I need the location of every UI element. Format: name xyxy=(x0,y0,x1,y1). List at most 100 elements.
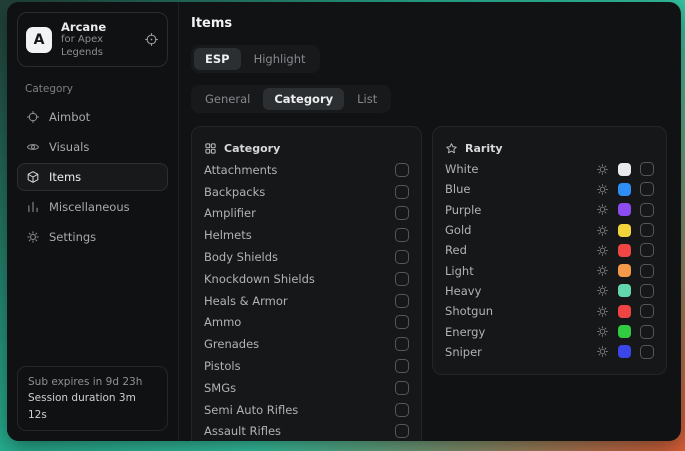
tab-general[interactable]: General xyxy=(194,88,261,110)
bars-icon xyxy=(26,200,40,214)
sidebar-item-miscellaneous[interactable]: Miscellaneous xyxy=(17,193,168,221)
category-list: Attachments Backpacks Amplifier Helmets … xyxy=(204,159,409,441)
gear-icon[interactable] xyxy=(596,183,609,196)
color-swatch[interactable] xyxy=(618,244,631,257)
color-swatch[interactable] xyxy=(618,203,631,216)
tab-list[interactable]: List xyxy=(346,88,388,110)
list-item[interactable]: Attachments xyxy=(204,159,409,181)
color-swatch[interactable] xyxy=(618,224,631,237)
list-item[interactable]: Red xyxy=(445,240,654,260)
checkbox[interactable] xyxy=(395,315,409,329)
sidebar-item-label: Aimbot xyxy=(49,110,90,124)
gear-icon[interactable] xyxy=(596,305,609,318)
checkbox[interactable] xyxy=(395,228,409,242)
color-swatch[interactable] xyxy=(618,183,631,196)
sidebar-item-label: Items xyxy=(49,170,81,184)
list-item[interactable]: Ammo xyxy=(204,312,409,334)
list-item[interactable]: Pistols xyxy=(204,355,409,377)
list-item[interactable]: Grenades xyxy=(204,333,409,355)
gear-icon[interactable] xyxy=(596,203,609,216)
sidebar-item-label: Settings xyxy=(49,230,96,244)
gear-icon[interactable] xyxy=(596,264,609,277)
sidebar-item-aimbot[interactable]: Aimbot xyxy=(17,103,168,131)
checkbox[interactable] xyxy=(395,403,409,417)
grid-icon xyxy=(204,142,217,155)
list-item[interactable]: Helmets xyxy=(204,224,409,246)
list-item[interactable]: Light xyxy=(445,260,654,280)
checkbox[interactable] xyxy=(640,223,654,237)
color-swatch[interactable] xyxy=(618,345,631,358)
checkbox[interactable] xyxy=(395,163,409,177)
checkbox[interactable] xyxy=(395,381,409,395)
list-item[interactable]: Amplifier xyxy=(204,203,409,225)
sidebar-item-items[interactable]: Items xyxy=(17,163,168,191)
star-icon xyxy=(445,142,458,155)
checkbox[interactable] xyxy=(395,424,409,438)
crosshair-icon xyxy=(26,110,40,124)
list-item[interactable]: Purple xyxy=(445,200,654,220)
checkbox[interactable] xyxy=(640,162,654,176)
checkbox[interactable] xyxy=(395,206,409,220)
gear-icon[interactable] xyxy=(596,284,609,297)
scope-icon[interactable] xyxy=(144,32,159,47)
list-item[interactable]: Assault Rifles xyxy=(204,421,409,441)
list-item[interactable]: Shotgun xyxy=(445,301,654,321)
checkbox[interactable] xyxy=(395,250,409,264)
gear-icon[interactable] xyxy=(596,224,609,237)
sub-expires-text: Sub expires in 9d 23h xyxy=(28,374,157,390)
color-swatch[interactable] xyxy=(618,163,631,176)
list-item[interactable]: Gold xyxy=(445,220,654,240)
session-duration-text: Session duration 3m 12s xyxy=(28,390,157,423)
color-swatch[interactable] xyxy=(618,325,631,338)
list-item[interactable]: Backpacks xyxy=(204,181,409,203)
checkbox[interactable] xyxy=(640,345,654,359)
list-item[interactable]: Heavy xyxy=(445,281,654,301)
eye-icon xyxy=(26,140,40,154)
mode-option-esp[interactable]: ESP xyxy=(194,48,241,70)
color-swatch[interactable] xyxy=(618,264,631,277)
checkbox[interactable] xyxy=(640,264,654,278)
rarity-panel-title: Rarity xyxy=(465,142,503,155)
list-item[interactable]: Knockdown Shields xyxy=(204,268,409,290)
checkbox[interactable] xyxy=(640,325,654,339)
sidebar-section-label: Category xyxy=(25,83,168,95)
checkbox[interactable] xyxy=(640,182,654,196)
category-panel-title: Category xyxy=(224,142,280,155)
list-item[interactable]: SMGs xyxy=(204,377,409,399)
checkbox[interactable] xyxy=(395,294,409,308)
app-subtitle: for Apex Legends xyxy=(61,34,135,59)
main-content: Items ESP Highlight General Category Lis… xyxy=(179,2,681,441)
checkbox[interactable] xyxy=(640,284,654,298)
list-item[interactable]: White xyxy=(445,159,654,179)
gear-icon[interactable] xyxy=(596,163,609,176)
tab-category[interactable]: Category xyxy=(263,88,344,110)
sidebar-item-visuals[interactable]: Visuals xyxy=(17,133,168,161)
app-name: Arcane xyxy=(61,20,135,34)
list-item[interactable]: Energy xyxy=(445,321,654,341)
color-swatch[interactable] xyxy=(618,305,631,318)
mode-toggle: ESP Highlight xyxy=(191,45,320,73)
mode-option-highlight[interactable]: Highlight xyxy=(243,48,317,70)
gear-icon[interactable] xyxy=(596,345,609,358)
checkbox[interactable] xyxy=(640,203,654,217)
checkbox[interactable] xyxy=(640,243,654,257)
list-item[interactable]: Blue xyxy=(445,179,654,199)
list-item[interactable]: Heals & Armor xyxy=(204,290,409,312)
rarity-list: White Blue Purple xyxy=(445,159,654,362)
sidebar-item-label: Visuals xyxy=(49,140,89,154)
list-item[interactable]: Sniper xyxy=(445,342,654,362)
checkbox[interactable] xyxy=(395,185,409,199)
checkbox[interactable] xyxy=(395,337,409,351)
page-title: Items xyxy=(191,16,667,31)
list-item[interactable]: Body Shields xyxy=(204,246,409,268)
checkbox[interactable] xyxy=(640,304,654,318)
gear-icon[interactable] xyxy=(596,244,609,257)
list-item[interactable]: Semi Auto Rifles xyxy=(204,399,409,421)
color-swatch[interactable] xyxy=(618,284,631,297)
sidebar-item-settings[interactable]: Settings xyxy=(17,223,168,251)
subscription-info-card: Sub expires in 9d 23h Session duration 3… xyxy=(17,366,168,431)
checkbox[interactable] xyxy=(395,359,409,373)
checkbox[interactable] xyxy=(395,272,409,286)
gear-icon[interactable] xyxy=(596,325,609,338)
view-tabs: General Category List xyxy=(191,85,391,113)
